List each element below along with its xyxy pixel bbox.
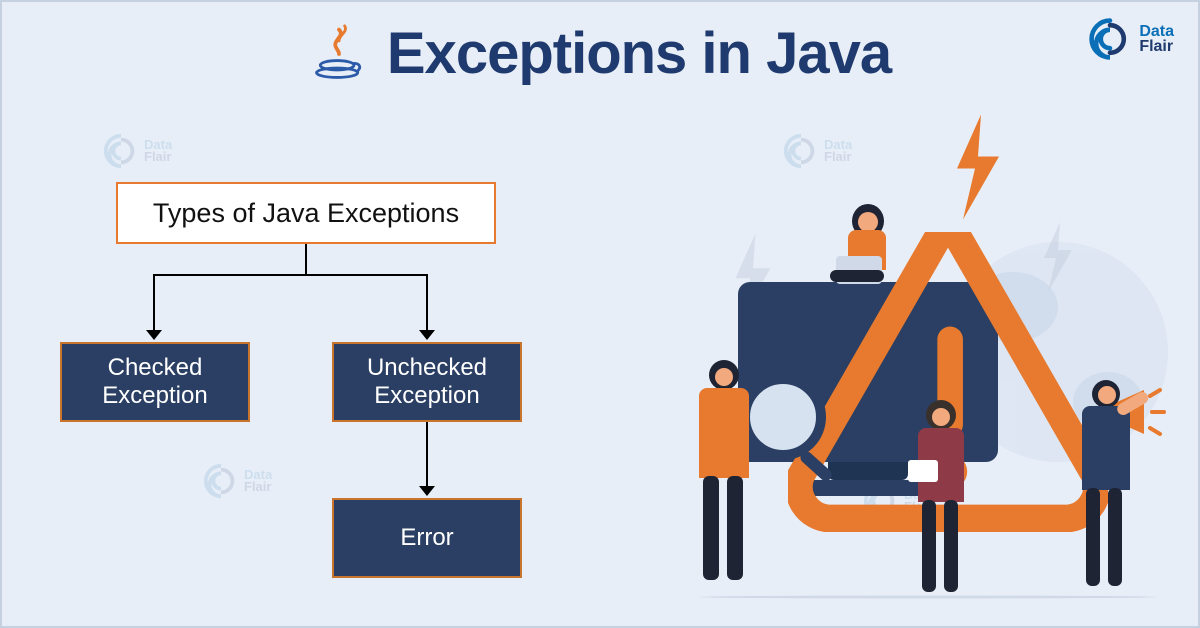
connector-line bbox=[305, 244, 307, 274]
brand-swirl-icon bbox=[102, 132, 140, 170]
diagram-root-node: Types of Java Exceptions bbox=[116, 182, 496, 244]
brand-word-1: Data bbox=[1139, 24, 1174, 39]
arrowhead-icon bbox=[419, 486, 435, 496]
connector-line bbox=[426, 422, 428, 486]
diagram-node-unchecked: Unchecked Exception bbox=[332, 342, 522, 422]
node-label: Checked Exception bbox=[102, 354, 207, 409]
node-label: Error bbox=[400, 524, 453, 552]
person-notetaker-icon bbox=[898, 400, 988, 600]
exception-types-diagram: Types of Java Exceptions Checked Excepti… bbox=[56, 172, 596, 592]
watermark: DataFlair bbox=[102, 132, 172, 170]
hero-illustration bbox=[618, 122, 1178, 622]
diagram-node-error: Error bbox=[332, 498, 522, 578]
page-title: Exceptions in Java bbox=[387, 20, 891, 87]
brand-logo: Data Flair bbox=[1087, 16, 1174, 62]
node-label: Unchecked Exception bbox=[367, 354, 487, 409]
brand-swirl-icon bbox=[1087, 16, 1133, 62]
brand-word-2: Flair bbox=[1139, 39, 1174, 54]
java-logo-icon bbox=[309, 24, 369, 84]
connector-line bbox=[153, 274, 428, 276]
lightning-bolt-icon bbox=[948, 112, 1008, 222]
arrowhead-icon bbox=[419, 330, 435, 340]
arrowhead-icon bbox=[146, 330, 162, 340]
page-header: Exceptions in Java bbox=[2, 2, 1198, 87]
arm bbox=[1115, 390, 1150, 417]
diagram-node-checked: Checked Exception bbox=[60, 342, 250, 422]
person-sitting-icon bbox=[818, 208, 928, 318]
person-announcer-icon bbox=[1058, 380, 1158, 592]
connector-line bbox=[153, 274, 155, 330]
notebook-icon bbox=[908, 460, 938, 482]
connector-line bbox=[426, 274, 428, 330]
person-investigator-icon bbox=[673, 360, 773, 590]
